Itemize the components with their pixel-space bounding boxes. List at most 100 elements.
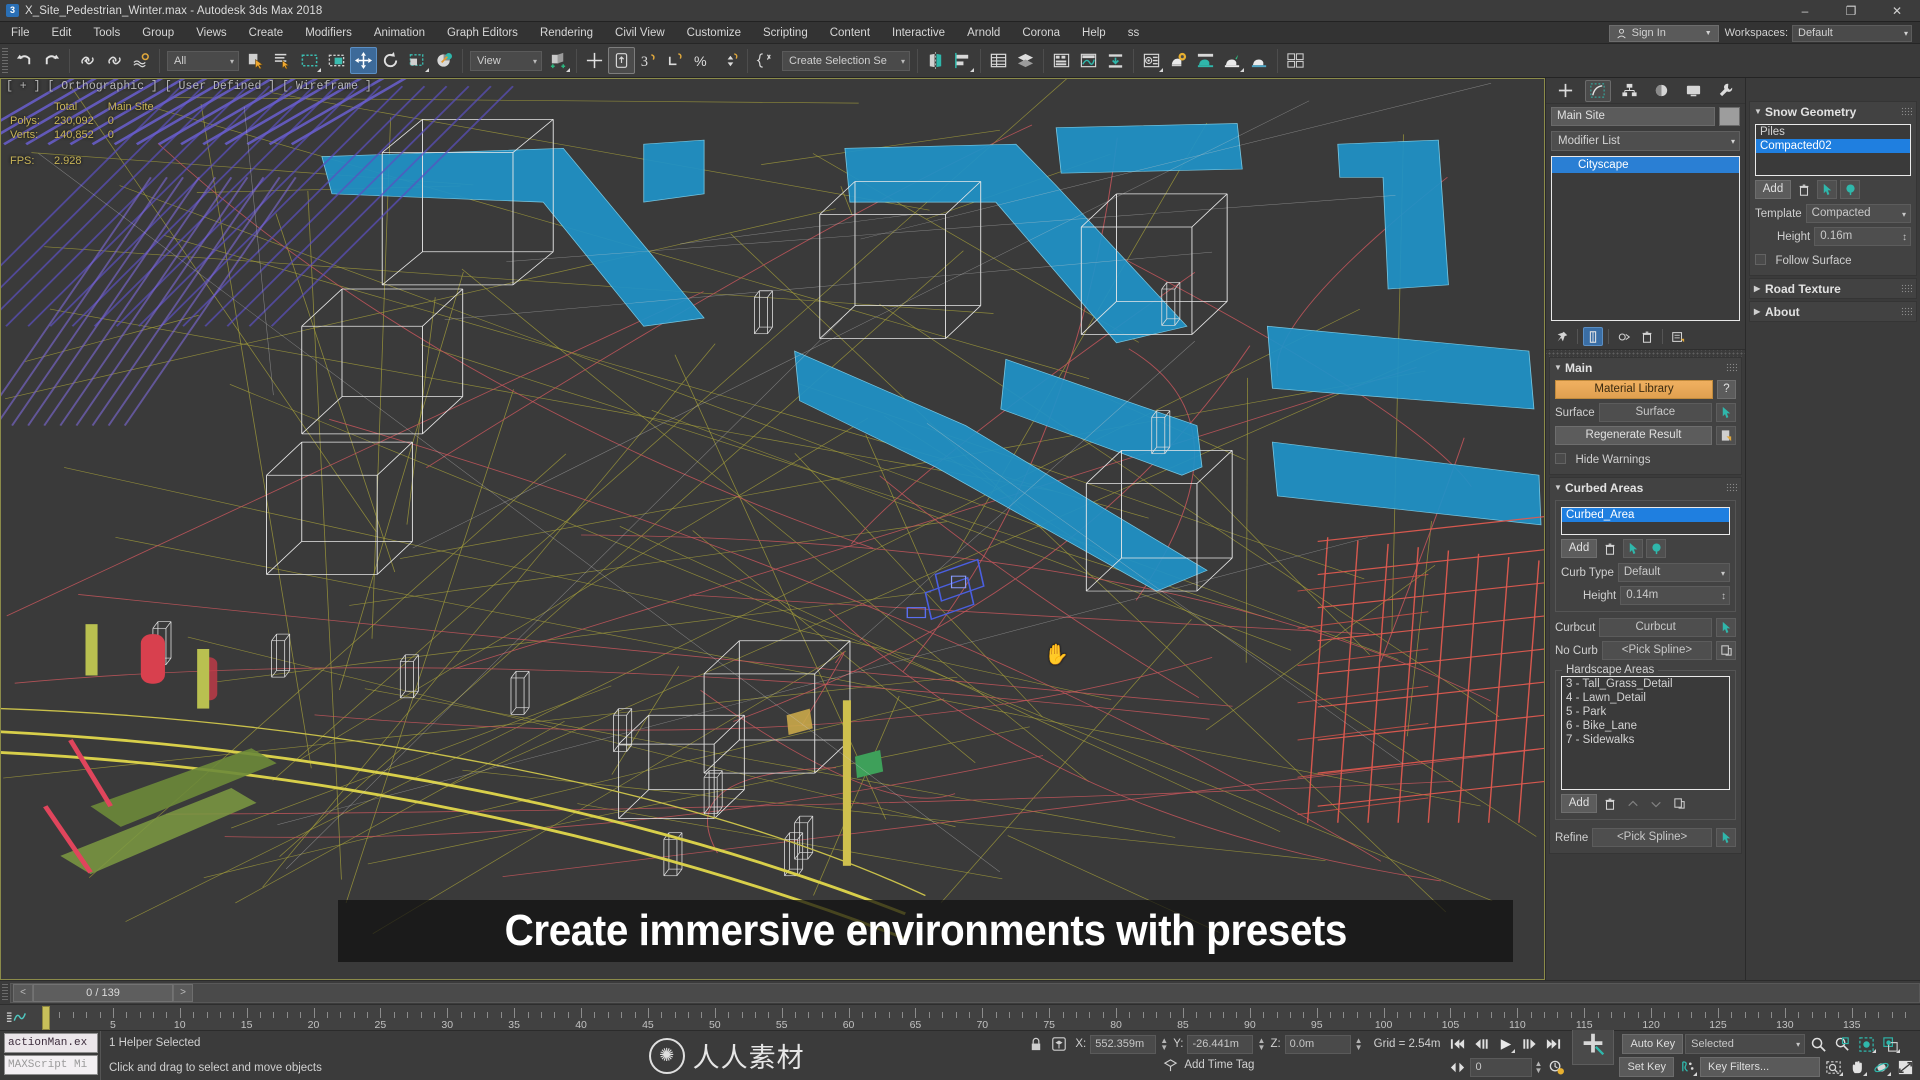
snow-add-button[interactable]: Add	[1755, 180, 1791, 199]
curve-editor-button[interactable]	[1075, 47, 1102, 74]
y-spinner[interactable]: ▲ ▼	[1257, 1036, 1266, 1053]
align-flyout-button[interactable]	[949, 47, 976, 74]
sign-in-button[interactable]: Sign In ▼	[1608, 24, 1719, 42]
list-item[interactable]: 5 - Park	[1562, 705, 1729, 719]
menu-item-animation[interactable]: Animation	[363, 22, 436, 44]
pan-view-button[interactable]	[1846, 1057, 1868, 1077]
hardscape-move-down-button[interactable]	[1646, 794, 1666, 813]
menu-item-customize[interactable]: Customize	[676, 22, 752, 44]
curbed-add-button[interactable]: Add	[1561, 539, 1597, 558]
list-item[interactable]: Piles	[1756, 125, 1910, 139]
previous-frame-arrow[interactable]: <	[13, 983, 33, 1002]
curbed-select-button[interactable]	[1646, 539, 1666, 558]
render-production-button[interactable]	[1219, 47, 1246, 74]
hardscape-move-up-button[interactable]	[1623, 794, 1643, 813]
x-coordinate-field[interactable]: 552.359m	[1090, 1034, 1157, 1054]
workspace-select[interactable]: Default	[1792, 24, 1912, 42]
project-folder-button[interactable]	[1282, 47, 1309, 74]
add-time-tag-label[interactable]: Add Time Tag	[1184, 1059, 1254, 1071]
maximize-button[interactable]: ❐	[1828, 0, 1874, 22]
list-item[interactable]: 6 - Bike_Lane	[1562, 719, 1729, 733]
time-slider-track[interactable]: < 0 / 139 >	[10, 982, 1920, 1003]
snow-pick-button[interactable]	[1817, 180, 1837, 199]
orbit-button[interactable]	[1870, 1057, 1892, 1077]
rectangular-selection-region-button[interactable]	[296, 47, 323, 74]
absolute-mode-icon[interactable]	[1051, 1036, 1067, 1052]
frame-spinner[interactable]: ▲ ▼	[1534, 1059, 1543, 1076]
menu-item-rendering[interactable]: Rendering	[529, 22, 604, 44]
menu-item-views[interactable]: Views	[185, 22, 237, 44]
set-key-button[interactable]: Set Key	[1619, 1057, 1674, 1077]
rollout-road-texture-header[interactable]: ▶ Road Texture	[1750, 279, 1916, 298]
menu-item-file[interactable]: File	[0, 22, 41, 44]
hardscape-copy-button[interactable]	[1669, 794, 1689, 813]
snow-geometry-listbox[interactable]: Piles Compacted02	[1755, 124, 1911, 176]
hardscape-delete-button[interactable]	[1600, 794, 1620, 813]
tab-display[interactable]	[1680, 80, 1706, 102]
curbed-pick-button[interactable]	[1623, 539, 1643, 558]
named-selection-sets-select[interactable]: Create Selection Se	[782, 50, 910, 71]
tab-modify[interactable]	[1584, 79, 1611, 102]
key-filters-button[interactable]: Key Filters...	[1700, 1057, 1820, 1077]
snow-delete-button[interactable]	[1794, 180, 1814, 199]
regenerate-options-button[interactable]	[1716, 426, 1736, 445]
close-button[interactable]: ✕	[1874, 0, 1920, 22]
refine-pick-spline[interactable]: <Pick Spline>	[1592, 828, 1712, 847]
select-and-rotate-button[interactable]	[377, 47, 404, 74]
reference-coordinate-system-select[interactable]: View	[470, 50, 542, 71]
snaps-toggle-button[interactable]	[608, 47, 635, 74]
y-coordinate-field[interactable]: -26.441m	[1187, 1034, 1254, 1054]
curbed-delete-button[interactable]	[1600, 539, 1620, 558]
selection-lock-icon[interactable]	[1029, 1037, 1043, 1052]
curbed-area-listbox[interactable]: Curbed_Area	[1561, 507, 1730, 535]
select-and-move-button[interactable]	[350, 47, 377, 74]
viewport[interactable]: [ + ] [ Orthographic ] [ User Defined ] …	[0, 78, 1545, 980]
schematic-view-button[interactable]	[1102, 47, 1129, 74]
object-color-swatch[interactable]	[1719, 107, 1740, 126]
no-curb-pick-button[interactable]	[1716, 641, 1736, 660]
menu-item-arnold[interactable]: Arnold	[956, 22, 1011, 44]
snow-select-button[interactable]	[1840, 180, 1860, 199]
percent-snap-button[interactable]: %	[689, 47, 716, 74]
next-frame-arrow[interactable]: >	[173, 983, 193, 1002]
next-frame-button[interactable]	[1518, 1034, 1540, 1054]
select-by-name-button[interactable]	[269, 47, 296, 74]
z-coordinate-field[interactable]: 0.0m	[1284, 1034, 1351, 1054]
select-and-link-button[interactable]	[74, 47, 101, 74]
regenerate-result-button[interactable]: Regenerate Result	[1555, 426, 1712, 445]
list-item[interactable]: 3 - Tall_Grass_Detail	[1562, 677, 1729, 691]
object-name-field[interactable]: Main Site	[1551, 107, 1715, 126]
rendered-frame-window-button[interactable]	[1192, 47, 1219, 74]
curb-type-select[interactable]: Default	[1617, 563, 1730, 582]
remove-modifier-button[interactable]	[1637, 327, 1657, 346]
x-spinner[interactable]: ▲ ▼	[1160, 1036, 1169, 1053]
list-item[interactable]: 7 - Sidewalks	[1562, 733, 1729, 747]
tab-create[interactable]	[1553, 80, 1579, 102]
toggle-ribbon-button[interactable]	[1048, 47, 1075, 74]
select-and-manipulate-button[interactable]	[581, 47, 608, 74]
rollout-snow-geometry-header[interactable]: ▼ Snow Geometry	[1750, 102, 1916, 121]
time-configuration-button[interactable]	[1545, 1057, 1567, 1077]
select-object-button[interactable]	[242, 47, 269, 74]
time-tag-row[interactable]: Add Time Tag	[1023, 1054, 1446, 1077]
mirror-button[interactable]	[922, 47, 949, 74]
pin-stack-button[interactable]	[1552, 327, 1572, 346]
spinner-snap-toggle-button[interactable]	[716, 47, 743, 74]
rollout-resize-grip[interactable]	[1546, 350, 1745, 357]
percent-snap-toggle-button[interactable]	[662, 47, 689, 74]
key-filter-set-select[interactable]: Selected	[1685, 1034, 1806, 1054]
rollout-about-header[interactable]: ▶ About	[1750, 302, 1916, 321]
menu-item-civil-view[interactable]: Civil View	[604, 22, 676, 44]
key-mode-toggle-button[interactable]	[1446, 1057, 1468, 1077]
time-slider-thumb[interactable]: 0 / 139	[33, 983, 173, 1002]
zoom-region-button[interactable]	[1822, 1057, 1844, 1077]
bind-to-space-warp-button[interactable]	[128, 47, 155, 74]
redo-button[interactable]	[38, 47, 65, 74]
zoom-extents-all-button[interactable]	[1879, 1034, 1901, 1054]
toggle-layer-explorer-button[interactable]	[1012, 47, 1039, 74]
window-crossing-toggle-button[interactable]	[323, 47, 350, 74]
zoom-all-button[interactable]	[1831, 1034, 1853, 1054]
modifier-list-dropdown[interactable]: Modifier List	[1551, 131, 1740, 151]
menu-item-help[interactable]: Help	[1071, 22, 1117, 44]
select-and-scale-button[interactable]	[404, 47, 431, 74]
